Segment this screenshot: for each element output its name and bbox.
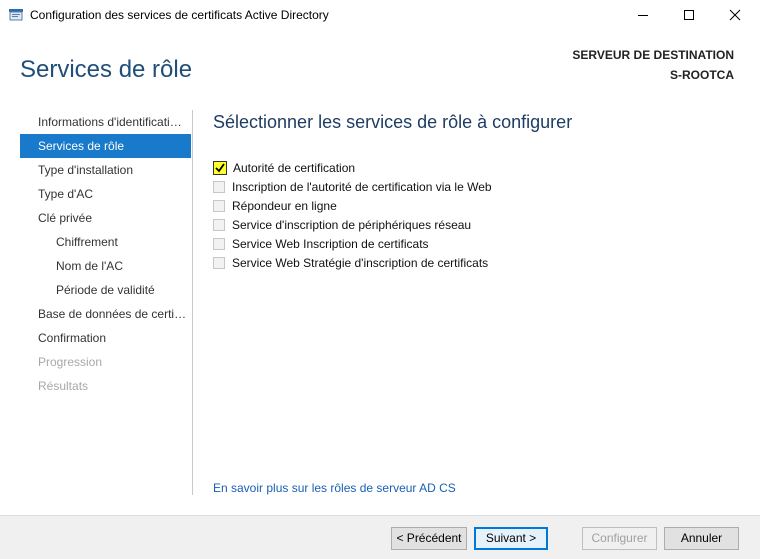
server-manager-icon (9, 8, 23, 21)
role-service-label: Répondeur en ligne (232, 198, 337, 213)
nav-item[interactable]: Type d'AC (20, 182, 191, 206)
title-bar: Configuration des services de certificat… (0, 0, 760, 30)
close-button[interactable] (712, 0, 758, 30)
nav-item: Progression (38, 355, 103, 369)
role-service-option[interactable]: Inscription de l'autorité de certificati… (213, 177, 492, 196)
role-service-option[interactable]: Service d'inscription de périphériques r… (213, 215, 492, 234)
nav-divider (192, 110, 193, 495)
checkbox[interactable] (213, 237, 225, 250)
wizard-navigation: Informations d'identificati… Services de … (20, 110, 191, 398)
close-icon (729, 9, 741, 21)
role-service-label: Service Web Stratégie d'inscription de c… (232, 255, 489, 270)
nav-item[interactable]: Chiffrement (20, 230, 191, 254)
nav-item[interactable]: Nom de l'AC (20, 254, 191, 278)
nav-item[interactable]: Confirmation (20, 326, 191, 350)
checkmark-icon (215, 162, 225, 172)
destination-server-label: SERVEUR DE DESTINATION (572, 48, 734, 62)
role-service-option[interactable]: Autorité de certification (213, 158, 492, 177)
page-title: Services de rôle (20, 56, 193, 83)
learn-more-link[interactable]: En savoir plus sur les rôles de serveur … (213, 481, 456, 495)
checkbox[interactable] (213, 180, 225, 193)
role-service-label: Service d'inscription de périphériques r… (232, 217, 472, 232)
next-button[interactable]: Suivant > (474, 527, 548, 550)
footer-bar: < Précédent Suivant > Configurer Annuler (0, 515, 760, 559)
minimize-button[interactable] (620, 0, 666, 30)
nav-item[interactable]: Base de données de certi… (20, 302, 191, 326)
role-service-option[interactable]: Service Web Inscription de certificats (213, 234, 492, 253)
nav-item[interactable]: Période de validité (20, 278, 191, 302)
maximize-button[interactable] (666, 0, 712, 30)
previous-button[interactable]: < Précédent (391, 527, 467, 550)
minimize-icon (638, 15, 648, 16)
checkbox[interactable] (213, 199, 225, 212)
nav-item[interactable]: Type d'installation (20, 158, 191, 182)
role-service-option[interactable]: Service Web Stratégie d'inscription de c… (213, 253, 492, 272)
role-service-label: Autorité de certification (233, 160, 356, 175)
section-title: Sélectionner les services de rôle à conf… (213, 112, 573, 132)
nav-item[interactable]: Informations d'identificati… (20, 110, 191, 134)
checkbox[interactable] (213, 218, 225, 231)
destination-server-name: S-ROOTCA (670, 68, 734, 82)
checkbox-checked[interactable] (213, 160, 227, 175)
role-service-label: Service Web Inscription de certificats (232, 236, 429, 251)
maximize-icon (684, 10, 694, 20)
configure-button[interactable]: Configurer (582, 527, 657, 550)
role-services-list: Autorité de certification Inscription de … (213, 158, 492, 272)
nav-item: Résultats (38, 379, 89, 393)
checkbox[interactable] (213, 256, 225, 269)
nav-item[interactable]: Clé privée (20, 206, 191, 230)
role-service-label: Inscription de l'autorité de certificati… (232, 179, 492, 194)
nav-item[interactable]: Services de rôle (20, 134, 191, 158)
cancel-button[interactable]: Annuler (664, 527, 739, 550)
window-title: Configuration des services de certificat… (30, 8, 329, 22)
role-service-option[interactable]: Répondeur en ligne (213, 196, 492, 215)
